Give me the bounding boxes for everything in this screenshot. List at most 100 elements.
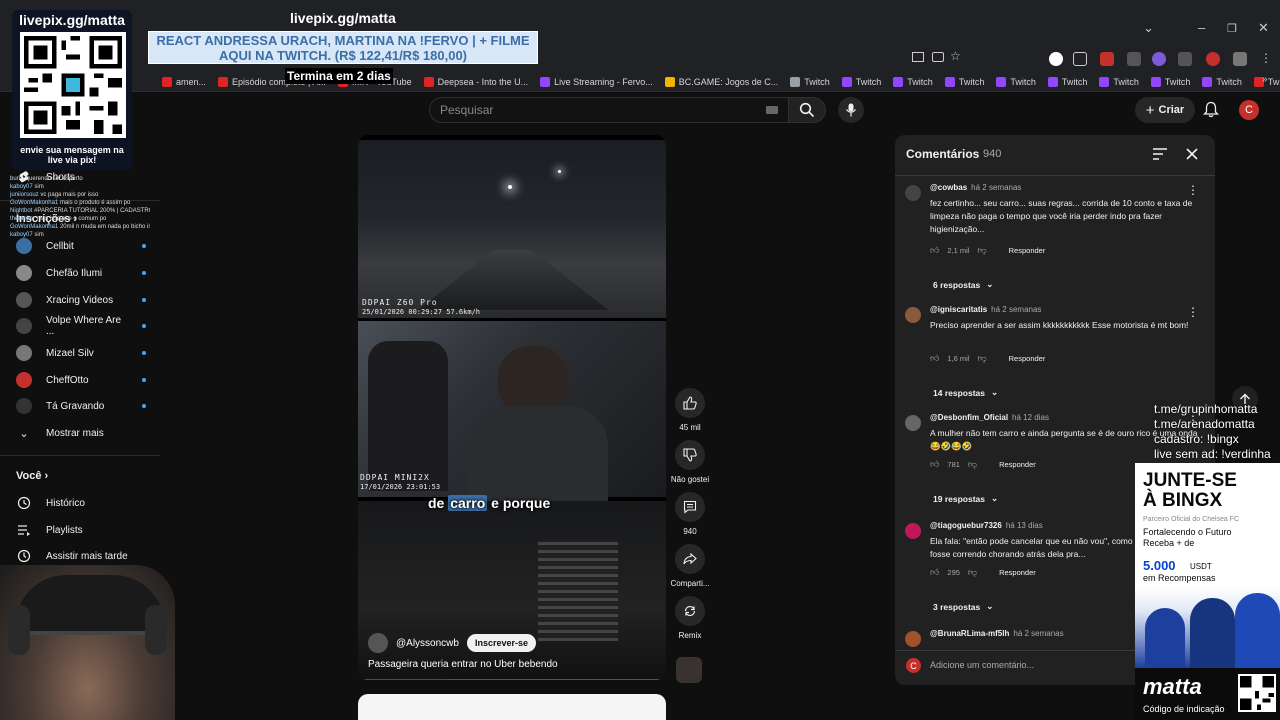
- comment-author[interactable]: @Desbonfim_Oficial: [930, 413, 1008, 422]
- bookmark-item[interactable]: Deepsea - Into the U...: [423, 76, 528, 87]
- comment-author[interactable]: @cowbas: [930, 183, 967, 192]
- adblock-icon[interactable]: [1206, 52, 1220, 66]
- dislike-button[interactable]: Não gostei: [670, 440, 710, 484]
- comment-like-icon[interactable]: 👍︎: [930, 353, 939, 364]
- video-title[interactable]: Passageira queria entrar no Uber bebendo: [368, 659, 558, 670]
- close-window-icon[interactable]: ✕: [1258, 20, 1269, 36]
- view-replies-button[interactable]: 3 respostas ⌄: [933, 601, 993, 612]
- commenter-avatar[interactable]: [905, 523, 921, 539]
- bookmark-item[interactable]: amen...: [162, 76, 206, 87]
- view-replies-button[interactable]: 19 respostas ⌄: [933, 493, 998, 504]
- voice-search-button[interactable]: [838, 97, 864, 123]
- info-line: t.me/arenadomatta: [1154, 417, 1255, 431]
- screenshot-icon[interactable]: [912, 52, 924, 62]
- chat-text: #PARCERIA TUTORIAL 200% | CADASTRO (DESC…: [34, 208, 150, 214]
- comment-time[interactable]: há 13 dias: [1006, 521, 1043, 530]
- bookmark-item[interactable]: Twitch: [790, 76, 830, 87]
- install-app-icon[interactable]: [932, 52, 944, 62]
- bookmark-item[interactable]: Twitch: [1099, 76, 1139, 87]
- reply-button[interactable]: Responder: [1009, 246, 1046, 255]
- search-button[interactable]: [788, 97, 826, 123]
- channel-avatar[interactable]: [368, 633, 388, 653]
- bookmark-item[interactable]: Twitch: [1047, 76, 1087, 87]
- bookmark-item[interactable]: Twitch: [893, 76, 933, 87]
- bookmark-item[interactable]: BC.GAME: Jogos de C...: [664, 76, 778, 87]
- view-replies-button[interactable]: 14 respostas ⌄: [933, 387, 998, 398]
- comment-dislike-icon[interactable]: 👎︎: [968, 459, 977, 470]
- comment-time[interactable]: há 2 semanas: [991, 305, 1041, 314]
- comment-dislike-icon[interactable]: 👎︎: [968, 567, 977, 578]
- sidebar-item-watch-later[interactable]: Assistir mais tarde: [16, 546, 146, 566]
- extension-icon-4[interactable]: [1152, 52, 1166, 66]
- comment-author[interactable]: @BrunaRLima-mf5lh: [930, 629, 1009, 638]
- comment-time[interactable]: há 12 dias: [1012, 413, 1049, 422]
- comment-time[interactable]: há 2 semanas: [1013, 629, 1063, 638]
- commenter-avatar[interactable]: [905, 185, 921, 201]
- subscribe-button[interactable]: Inscrever-se: [466, 634, 536, 652]
- bookmark-item[interactable]: Live Streaming - Fervo...: [540, 76, 653, 87]
- like-button[interactable]: 45 mil: [670, 388, 710, 432]
- commenter-avatar[interactable]: [905, 307, 921, 323]
- reply-button[interactable]: Responder: [999, 460, 1036, 469]
- video-progress-bar[interactable]: [362, 679, 662, 680]
- search-input[interactable]: Pesquisar: [429, 97, 789, 123]
- close-comments-button[interactable]: [1185, 147, 1199, 161]
- next-short-preview[interactable]: [358, 694, 666, 720]
- commenter-avatar[interactable]: [905, 631, 921, 647]
- view-replies-button[interactable]: 6 respostas ⌄: [933, 279, 993, 290]
- commenter-avatar[interactable]: [905, 415, 921, 431]
- comments-button[interactable]: 940: [670, 492, 710, 536]
- comment-dislike-icon[interactable]: 👎︎: [978, 245, 987, 256]
- share-button[interactable]: Comparti...: [670, 544, 710, 588]
- sound-thumbnail[interactable]: [676, 657, 702, 683]
- shorts-video-player[interactable]: DDPAI Z60 Pro 25/01/2026 00:29:27 57.6km…: [358, 135, 666, 680]
- plus-icon: +: [1145, 101, 1155, 119]
- comment-author[interactable]: @tiagoguebur7326: [930, 521, 1002, 530]
- remix-button[interactable]: Remix: [670, 596, 710, 640]
- channel-name[interactable]: @Alyssoncwb: [396, 638, 459, 649]
- sidebar-item-channel[interactable]: Mizael Silv: [16, 343, 146, 363]
- sidebar-item-playlists[interactable]: Playlists: [16, 520, 146, 540]
- bingx-partner: Parceiro Oficial do Chelsea FC: [1143, 516, 1240, 523]
- comment-like-icon[interactable]: 👍︎: [930, 567, 939, 578]
- sidebar-show-more[interactable]: ⌄ Mostrar mais: [16, 423, 146, 443]
- comment-time[interactable]: há 2 semanas: [971, 183, 1021, 192]
- sidebar-item-channel[interactable]: CheffOtto: [16, 370, 146, 390]
- extension-icon-6[interactable]: [1233, 52, 1247, 66]
- sidebar-item-history[interactable]: Histórico: [16, 493, 146, 513]
- comment-like-icon[interactable]: 👍︎: [930, 459, 939, 470]
- sidebar-item-channel[interactable]: Tá Gravando: [16, 396, 146, 416]
- bookmark-star-icon[interactable]: ☆: [950, 49, 961, 63]
- account-avatar[interactable]: C: [1239, 100, 1259, 120]
- add-comment-input[interactable]: Adicione um comentário...: [930, 660, 1034, 670]
- browser-menu-icon[interactable]: ⋮: [1260, 51, 1272, 65]
- keyboard-icon[interactable]: [766, 106, 778, 114]
- minimize-icon[interactable]: –: [1198, 20, 1205, 35]
- bookmark-item[interactable]: Twitch: [1150, 76, 1190, 87]
- bookmark-item[interactable]: Twitch: [1202, 76, 1242, 87]
- comment-menu-icon[interactable]: ⋮: [1187, 305, 1199, 319]
- comment-menu-icon[interactable]: ⋮: [1187, 183, 1199, 197]
- tab-list-icon[interactable]: ⌄: [1143, 20, 1154, 36]
- reply-button[interactable]: Responder: [999, 568, 1036, 577]
- extension-icon-1[interactable]: [1049, 52, 1063, 66]
- volume-icon[interactable]: [1127, 52, 1141, 66]
- pix-url-label: livepix.gg/matta: [19, 12, 125, 28]
- you-heading[interactable]: Você ›: [16, 470, 48, 482]
- create-button[interactable]: + Criar: [1135, 97, 1195, 123]
- comment-author[interactable]: @igniscaritatis: [930, 305, 987, 314]
- extension-icon-2[interactable]: [1073, 52, 1087, 66]
- reply-button[interactable]: Responder: [1009, 354, 1046, 363]
- extension-icon-5[interactable]: [1178, 52, 1192, 66]
- bookmark-item[interactable]: Twitch: [996, 76, 1036, 87]
- more-bookmarks-icon[interactable]: »: [1262, 74, 1268, 85]
- bookmark-item[interactable]: Twitch: [841, 76, 881, 87]
- restore-icon[interactable]: ❐: [1227, 22, 1237, 35]
- comment-dislike-icon[interactable]: 👎︎: [978, 353, 987, 364]
- bookmark-item[interactable]: Twitch: [944, 76, 984, 87]
- notifications-button[interactable]: [1203, 101, 1219, 118]
- sidebar-item-label: Mizael Silv: [46, 347, 94, 359]
- extension-icon-3[interactable]: [1100, 52, 1114, 66]
- comment-like-icon[interactable]: 👍︎: [930, 245, 939, 256]
- sort-button[interactable]: [1152, 147, 1168, 161]
